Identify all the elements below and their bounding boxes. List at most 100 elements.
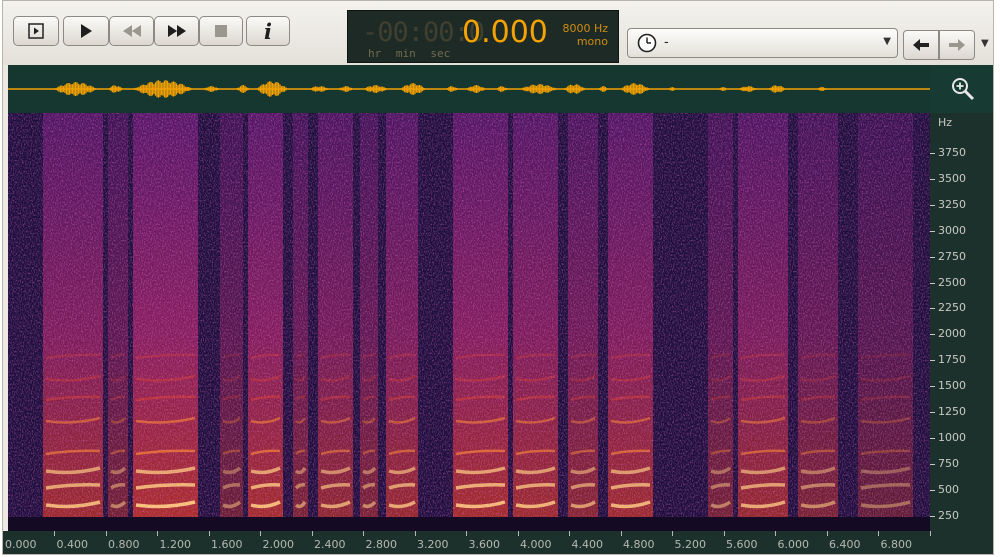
arrow-right-icon <box>949 39 965 51</box>
stop-button[interactable] <box>199 16 243 46</box>
time-seconds: 0.000 <box>462 15 548 50</box>
freq-tick-mark <box>930 204 935 206</box>
audio-format: 8000 Hz mono <box>562 22 608 48</box>
time-tick-label: 5.600 <box>726 538 758 551</box>
zoom-button[interactable] <box>930 65 993 113</box>
freq-tick-label: 2250 <box>938 301 966 315</box>
time-tick-label: 3.600 <box>468 538 501 551</box>
time-tick-mark <box>775 531 776 536</box>
time-tick-label: 0.800 <box>108 538 140 551</box>
time-tick-label: 6.400 <box>829 538 861 551</box>
spectrogram[interactable] <box>8 113 930 531</box>
freq-tick-label: 1000 <box>938 430 966 444</box>
waveform <box>8 80 930 98</box>
sample-rate: 8000 Hz <box>562 22 608 35</box>
time-tick-mark <box>826 531 828 536</box>
time-tick-label: 1.200 <box>159 538 192 551</box>
freq-tick-label: 500 <box>938 482 959 496</box>
freq-tick-mark <box>930 463 935 465</box>
time-tick-mark <box>260 531 261 536</box>
time-tick-mark <box>569 531 570 536</box>
time-tick-label: 6.000 <box>777 538 810 551</box>
freq-tick-mark <box>930 386 935 388</box>
time-tick-mark <box>363 531 364 536</box>
history-dropdown[interactable]: - ▼ <box>627 28 898 58</box>
freq-tick-label: 3750 <box>938 146 966 159</box>
play-button[interactable] <box>63 16 109 46</box>
time-tick-label: 4.000 <box>520 538 552 551</box>
time-tick-label: 0.400 <box>56 538 89 551</box>
freq-tick-mark <box>930 308 935 310</box>
freq-tick-mark <box>930 489 935 491</box>
toolbar: i -00:00:0 0.000 hr min sec 8000 Hz mono… <box>3 1 993 65</box>
time-tick-label: 3.200 <box>417 538 449 551</box>
forward-button[interactable] <box>939 30 975 60</box>
frequency-axis: Hz 3750 3500 3250 3000 2750 2500 2250 2000 1750 1… <box>930 113 993 531</box>
freq-tick-label: 3500 <box>938 171 966 185</box>
time-tick-mark <box>54 531 55 536</box>
time-units: hr min sec <box>368 47 450 60</box>
freq-tick-mark <box>930 282 935 284</box>
freq-tick-mark <box>930 412 935 413</box>
freq-tick-mark <box>930 515 935 517</box>
history-value: - <box>664 35 669 50</box>
play-icon <box>81 24 92 38</box>
play-in-box-icon <box>28 23 44 39</box>
freq-tick-label: 2000 <box>938 327 966 341</box>
time-tick-label: 6.800 <box>880 538 913 551</box>
freq-unit: Hz <box>938 116 953 129</box>
unit-min: min <box>395 47 416 60</box>
time-tick-mark <box>878 531 879 536</box>
clock-icon <box>637 33 657 53</box>
freq-tick-label: 3250 <box>938 197 966 211</box>
freq-tick-mark <box>930 334 935 336</box>
rewind-button[interactable] <box>109 16 154 46</box>
time-tick-label: 4.800 <box>623 538 655 551</box>
stop-icon <box>215 25 227 37</box>
freq-tick-mark <box>930 153 935 154</box>
info-icon: i <box>264 18 272 44</box>
back-button[interactable] <box>903 30 939 60</box>
chevron-down-icon: ▼ <box>883 36 891 47</box>
freq-tick-label: 750 <box>938 456 959 470</box>
freq-tick-label: 1500 <box>938 379 966 393</box>
time-tick-label: 5.200 <box>674 538 707 551</box>
unit-hr: hr <box>368 47 382 60</box>
time-tick-label: 2.400 <box>314 538 346 551</box>
info-button[interactable]: i <box>246 16 290 46</box>
time-tick-label: 2.000 <box>262 538 295 551</box>
waveform-overview[interactable] <box>8 65 930 113</box>
fast-forward-button[interactable] <box>154 16 199 46</box>
time-tick-mark <box>672 531 673 536</box>
time-display: -00:00:0 0.000 hr min sec 8000 Hz mono <box>347 10 619 63</box>
freq-tick-label: 1750 <box>938 353 966 367</box>
time-tick-mark <box>929 531 931 536</box>
time-axis: 0.000 0.400 0.800 1.200 1.600 2.000 2.400 2.800… <box>3 531 993 554</box>
time-tick-label: 4.400 <box>571 538 604 551</box>
spectrogram-image <box>8 113 930 531</box>
time-tick-mark <box>311 531 313 536</box>
time-tick-label: 0.000 <box>5 538 37 551</box>
rewind-icon <box>122 25 141 37</box>
freq-tick-label: 1250 <box>938 405 966 418</box>
arrow-left-icon <box>913 39 929 51</box>
freq-tick-label: 2750 <box>938 249 966 263</box>
time-tick-mark <box>208 531 210 536</box>
play-selection-button[interactable] <box>13 16 59 46</box>
unit-sec: sec <box>430 47 451 60</box>
freq-tick-mark <box>930 230 935 232</box>
time-tick-mark <box>723 531 725 536</box>
freq-tick-label: 250 <box>938 508 959 522</box>
time-tick-mark <box>414 531 416 536</box>
nav-menu-arrow-icon[interactable]: ▼ <box>981 38 989 49</box>
time-tick-mark <box>517 531 519 536</box>
freq-tick-label: 3000 <box>938 223 966 237</box>
freq-tick-mark <box>930 360 935 362</box>
time-tick-label: 1.600 <box>211 538 243 551</box>
freq-tick-label: 2500 <box>938 275 966 289</box>
spectrogram-window: i -00:00:0 0.000 hr min sec 8000 Hz mono… <box>2 0 994 555</box>
freq-tick-mark <box>930 437 935 439</box>
channel-mode: mono <box>576 35 608 48</box>
time-tick-mark <box>620 531 622 536</box>
freq-tick-mark <box>930 256 935 258</box>
